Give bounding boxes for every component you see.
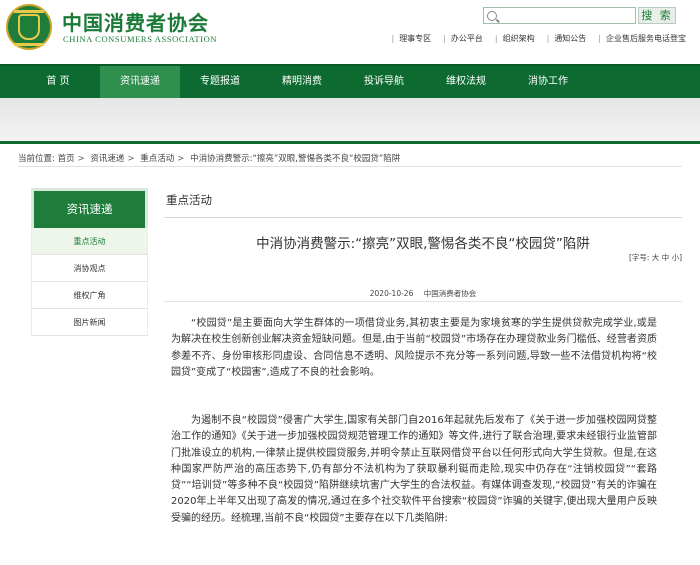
quick-links: | 理事专区 | 办公平台 | 组织架构 | 通知公告 | 企业售后服务电话登宝	[385, 33, 692, 44]
main-nav: 首 页 资讯速递 专题报道 精明消费 投诉导航 维权法规 消协工作	[0, 64, 700, 98]
sidebar-title: 资讯速递	[31, 188, 148, 228]
article-date: 2020-10-26	[369, 289, 414, 298]
site-title: 中国消费者协会	[62, 11, 209, 35]
association-logo[interactable]	[6, 4, 52, 50]
font-size-large[interactable]: 大	[652, 253, 660, 262]
quick-link-organization[interactable]: | 组织架构	[489, 33, 541, 44]
search-button[interactable]: 搜 索	[638, 7, 676, 24]
breadcrumb-divider	[18, 166, 682, 167]
quick-link-council[interactable]: | 理事专区	[385, 33, 437, 44]
nav-item-special[interactable]: 专题报道	[180, 66, 260, 98]
section-title: 重点活动	[166, 193, 212, 207]
article-title: 中消协消费警示:“擦亮”双眼,警惕各类不良“校园贷”陷阱	[256, 236, 590, 252]
section-header: 重点活动	[164, 188, 682, 218]
breadcrumb-home[interactable]: 首页	[58, 154, 75, 164]
font-size-medium[interactable]: 中	[662, 253, 670, 262]
site-header: 中国消费者协会 CHINA CONSUMERS ASSOCIATION 搜 索 …	[0, 0, 700, 64]
search-icon	[487, 10, 497, 21]
sidebar-item-photo-news[interactable]: 图片新闻	[31, 309, 148, 336]
font-size-controls: [字号: 大 中 小]	[628, 253, 682, 262]
quick-link-aftersales[interactable]: | 企业售后服务电话登宝	[592, 33, 692, 44]
breadcrumb-current: 中消协消费警示:“擦亮”双眼,警惕各类不良“校园贷”陷阱	[190, 154, 401, 164]
breadcrumb-activities[interactable]: 重点活动	[140, 154, 174, 164]
banner-strip	[0, 98, 700, 144]
breadcrumb: 当前位置: 首页 > 资讯速递 > 重点活动 > 中消协消费警示:“擦亮”双眼,警惕各…	[18, 154, 401, 164]
font-size-small[interactable]: 小	[672, 253, 680, 262]
quick-link-notices[interactable]: | 通知公告	[541, 33, 593, 44]
font-size-label: [字号:	[628, 253, 650, 262]
search-input[interactable]	[483, 7, 636, 24]
sidebar-item-key-activities[interactable]: 重点活动	[31, 228, 148, 255]
nav-item-complaint[interactable]: 投诉导航	[343, 66, 425, 98]
site-subtitle: CHINA CONSUMERS ASSOCIATION	[63, 34, 218, 44]
nav-item-regulations[interactable]: 维权法规	[425, 66, 507, 98]
nav-item-news[interactable]: 资讯速递	[100, 66, 180, 98]
article-paragraph: “校园贷”是主要面向大学生群体的一项借贷业务,其初衷主要是为家境贫寒的学生提供贷…	[171, 318, 657, 378]
sidebar-item-viewpoints[interactable]: 消协观点	[31, 255, 148, 282]
article-source: 中国消费者协会	[423, 289, 477, 298]
article-meta: 2020-10-26 中国消费者协会	[164, 288, 682, 299]
breadcrumb-news[interactable]: 资讯速递	[90, 154, 124, 164]
breadcrumb-label: 当前位置:	[18, 154, 55, 164]
quick-link-office[interactable]: | 办公平台	[437, 33, 489, 44]
article-paragraph: 为遏制不良“校园贷”侵害广大学生,国家有关部门自2016年起就先后发布了《关于进…	[171, 415, 657, 524]
nav-item-home[interactable]: 首 页	[18, 66, 98, 98]
meta-divider	[164, 301, 682, 302]
sidebar-item-rights[interactable]: 维权广角	[31, 282, 148, 309]
sidebar: 资讯速递 重点活动 消协观点 维权广角 图片新闻	[31, 188, 148, 336]
nav-item-work[interactable]: 消协工作	[507, 66, 589, 98]
nav-item-smart-consumption[interactable]: 精明消费	[261, 66, 343, 98]
